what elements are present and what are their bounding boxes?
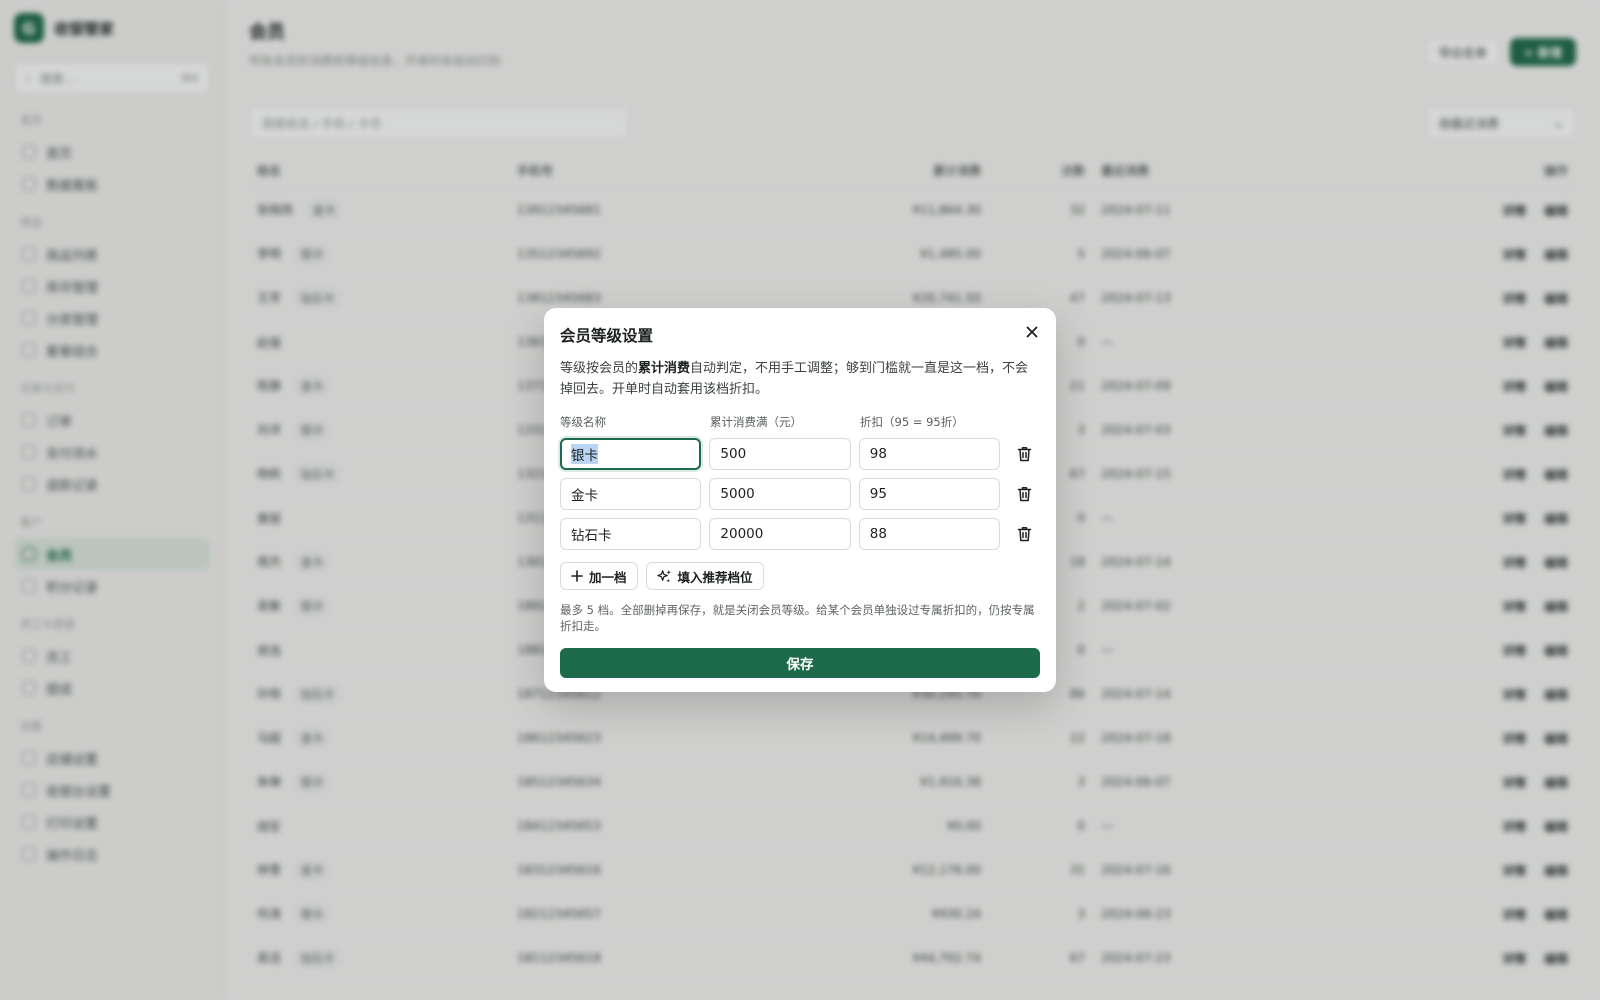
tier-name-input[interactable]: 金卡	[560, 478, 702, 510]
tier-threshold-input[interactable]: 500	[709, 438, 851, 470]
input-value: 金卡	[571, 488, 598, 504]
delete-tier-button[interactable]	[1008, 438, 1040, 470]
tier-actions: 加一档 填入推荐档位	[560, 562, 1040, 590]
input-value: 500	[720, 446, 747, 462]
input-value: 5000	[720, 486, 755, 502]
trash-icon	[1017, 447, 1031, 462]
close-icon	[1026, 326, 1038, 338]
tier-row: 钻石卡 20000 88	[560, 518, 1040, 550]
tier-threshold-input[interactable]: 5000	[709, 478, 851, 510]
tier-column-headers: 等级名称 累计消费满（元） 折扣（95 = 95折）	[560, 414, 1040, 430]
delete-tier-button[interactable]	[1008, 518, 1040, 550]
tier-threshold-input[interactable]: 20000	[709, 518, 851, 550]
fill-recommended-label: 填入推荐档位	[677, 569, 753, 585]
dialog-description: 等级按会员的累计消费自动判定，不用手工调整；够到门槛就一直是这一档，不会掉回去。…	[560, 358, 1040, 400]
input-value: 98	[869, 446, 887, 462]
plus-icon	[571, 570, 583, 582]
close-button[interactable]	[1022, 322, 1042, 342]
trash-icon	[1017, 527, 1031, 542]
desc-text-before: 等级按会员的	[560, 361, 639, 376]
tier-name-input[interactable]: 银卡	[560, 438, 702, 470]
input-value: 95	[869, 486, 887, 502]
fill-recommended-button[interactable]: 填入推荐档位	[645, 562, 764, 590]
tier-discount-input[interactable]: 98	[858, 438, 1001, 470]
tier-discount-input[interactable]: 95	[858, 478, 1001, 510]
input-value: 20000	[720, 526, 764, 542]
col-level-name: 等级名称	[560, 415, 606, 429]
tier-discount-input[interactable]: 88	[858, 518, 1001, 550]
col-discount: 折扣（95 = 95折）	[860, 415, 964, 429]
input-value: 钻石卡	[571, 528, 612, 544]
delete-tier-button[interactable]	[1008, 478, 1040, 510]
trash-icon	[1017, 487, 1031, 502]
save-button[interactable]: 保存	[560, 648, 1040, 678]
input-value: 88	[869, 526, 887, 542]
tier-row: 银卡 500 98	[560, 438, 1040, 470]
sparkle-icon	[656, 569, 671, 583]
tier-list: 银卡 500 98 金卡 5000 95 钻石卡 20000 88	[560, 438, 1040, 550]
add-tier-label: 加一档	[589, 569, 627, 585]
dialog-note: 最多 5 档。全部删掉再保存，就是关闭会员等级。给某个会员单独设过专属折扣的，仍…	[560, 603, 1035, 633]
dialog-title: 会员等级设置	[560, 327, 654, 345]
add-tier-button[interactable]: 加一档	[560, 562, 638, 590]
member-level-dialog: 会员等级设置 等级按会员的累计消费自动判定，不用手工调整；够到门槛就一直是这一档…	[544, 308, 1056, 692]
input-value: 银卡	[571, 444, 598, 464]
tier-row: 金卡 5000 95	[560, 478, 1040, 510]
tier-name-input[interactable]: 钻石卡	[560, 518, 702, 550]
col-threshold: 累计消费满（元）	[710, 415, 802, 429]
desc-text-bold: 累计消费	[638, 361, 691, 376]
